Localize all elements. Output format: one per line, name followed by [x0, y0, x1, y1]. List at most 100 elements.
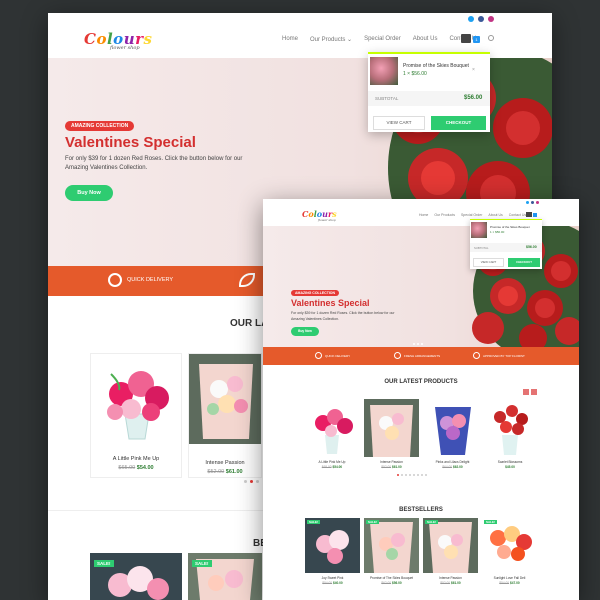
twitter-icon[interactable] [468, 16, 474, 22]
carousel-dots [244, 480, 259, 483]
facebook-icon[interactable] [478, 16, 484, 22]
search-icon[interactable] [488, 35, 494, 41]
product-card[interactable]: Pinks and Lilacs Delight $64.00 $62.00 [425, 399, 480, 471]
product-card[interactable]: SALE! Sunlight Love Fall Deli $54.00 $47… [482, 518, 537, 600]
bestsellers-title: BESTSELLERS [399, 507, 443, 513]
product-card[interactable]: Scarlet Blossoms $45.00 [482, 399, 538, 471]
mini-cart-dropdown: Promise of the Skies Bouquet 1 × $56.00 … [368, 52, 490, 132]
sale-badge: SALE! [192, 560, 212, 567]
old-price: $62.00 [381, 581, 392, 585]
sale-badge: SALE! [307, 520, 320, 524]
product-card[interactable]: Intense Passion $52.00 $61.00 [188, 353, 262, 478]
product-name: Promise of The Skies Bouquet [370, 576, 413, 580]
cart-item-name[interactable]: Promise of the Skies Bouquet [403, 63, 469, 69]
checkout-button[interactable]: CHECKOUT [508, 258, 540, 267]
cart-item-quantity-price: 1 × $56.00 [490, 230, 505, 234]
product-name: Intense Passion [439, 576, 462, 580]
hero-badge: AMAZING COLLECTION [65, 121, 135, 131]
current-price: $54.00 [332, 465, 343, 469]
carousel-dot[interactable] [401, 474, 403, 476]
product-card[interactable]: A Little Pink Me Up $65.00 $54.00 [303, 399, 361, 471]
product-name: Scarlet Blossoms [497, 460, 523, 464]
instagram-icon[interactable] [488, 16, 494, 22]
product-price: $45.00 [482, 465, 538, 469]
cart-icon[interactable] [526, 212, 532, 217]
carousel-dot[interactable] [256, 480, 259, 483]
instagram-icon[interactable] [536, 201, 539, 204]
carousel-dot[interactable] [244, 480, 247, 483]
product-image [303, 399, 361, 457]
cart-icon[interactable] [461, 34, 471, 43]
carousel-dot[interactable] [397, 474, 399, 476]
cart-item-name[interactable]: Promise of the Skies Bouquet [490, 225, 530, 229]
logo-letter: o [96, 30, 107, 48]
view-cart-button[interactable]: VIEW CART [373, 116, 425, 130]
award-icon [473, 352, 480, 359]
nav-about-us[interactable]: About Us [488, 213, 502, 217]
nav-our-products[interactable]: Our Products ⌄ [310, 36, 352, 43]
product-price: $52.00 $61.00 [189, 469, 261, 475]
slider-dot[interactable] [417, 343, 419, 345]
old-price: $54.00 [322, 581, 333, 585]
carousel-next-button[interactable] [531, 389, 537, 395]
slider-dot[interactable] [421, 343, 423, 345]
carousel-dot[interactable] [421, 474, 423, 476]
sale-badge: SALE! [366, 520, 379, 524]
product-image [364, 518, 419, 573]
carousel-dot[interactable] [250, 480, 253, 483]
product-name: Joy Sweet Pink [321, 576, 344, 580]
nav-our-products[interactable]: Our Products [434, 213, 455, 217]
buy-now-button[interactable]: Buy Now [65, 185, 113, 201]
nav-about-us[interactable]: About Us [413, 36, 438, 43]
product-card[interactable]: SALE! Intense Passion $52.00 $61.00 [423, 518, 478, 600]
clock-icon [315, 352, 322, 359]
subtotal-label: SUBTOTAL [474, 246, 489, 250]
current-price: $61.00 [225, 469, 243, 475]
current-price: $54.00 [136, 465, 154, 471]
twitter-icon[interactable] [526, 201, 529, 204]
product-price: $64.00 $62.00 [425, 465, 480, 469]
subtotal-value: $56.00 [526, 245, 537, 249]
product-card[interactable]: Intense Passion $52.00 $61.00 [364, 399, 419, 471]
carousel-prev-button[interactable] [523, 389, 529, 395]
carousel-dot[interactable] [413, 474, 415, 476]
product-card[interactable]: A Little Pink Me Up $65.00 $54.00 [90, 353, 182, 478]
nav-home[interactable]: Home [419, 213, 428, 217]
cart-count-badge: 1 [473, 36, 480, 43]
nav-contact-us[interactable]: Contact Us [509, 213, 526, 217]
carousel-dot[interactable] [417, 474, 419, 476]
product-card[interactable]: SALE! Promise of The Skies Bouquet $62.0… [364, 518, 419, 600]
slider-dot[interactable] [413, 343, 415, 345]
product-card[interactable]: SALE! Joy Sweet Pink $54.00 $40.00 [305, 518, 360, 600]
remove-item-icon[interactable]: × [472, 67, 475, 73]
nav-special-order[interactable]: Special Order [364, 36, 401, 43]
view-cart-button[interactable]: VIEW CART [473, 258, 504, 267]
logo-tagline: flower shop [318, 218, 336, 222]
hero-description: For only $39 for 1 dozen Red Roses. Clic… [65, 156, 243, 171]
clock-icon [108, 273, 122, 287]
hero-title: Valentines Special [291, 298, 370, 308]
old-price: $64.00 [442, 465, 453, 469]
current-price: $61.00 [391, 465, 402, 469]
subtotal-value: $56.00 [464, 95, 483, 101]
carousel-arrows [523, 389, 537, 395]
hero-title: Valentines Special [65, 134, 196, 151]
main-nav: Home Our Products Special Order About Us… [419, 213, 526, 217]
nav-label: Our Products [310, 37, 346, 43]
hero-description: For only $39 for 1 dozen Red Roses. Clic… [291, 311, 395, 321]
nav-special-order[interactable]: Special Order [461, 213, 482, 217]
carousel-dot[interactable] [405, 474, 407, 476]
product-image [423, 518, 478, 573]
nav-home[interactable]: Home [282, 36, 298, 43]
facebook-icon[interactable] [531, 201, 534, 204]
product-image [482, 518, 537, 573]
carousel-dot[interactable] [425, 474, 427, 476]
buy-now-button[interactable]: Buy Now [291, 327, 319, 336]
product-price: $62.00 $56.00 [364, 581, 419, 585]
product-image [425, 399, 480, 457]
product-image [189, 354, 261, 444]
cart-item-thumbnail[interactable] [471, 222, 487, 238]
carousel-dot[interactable] [409, 474, 411, 476]
checkout-button[interactable]: CHECKOUT [431, 116, 486, 130]
cart-item-thumbnail[interactable] [370, 57, 398, 85]
